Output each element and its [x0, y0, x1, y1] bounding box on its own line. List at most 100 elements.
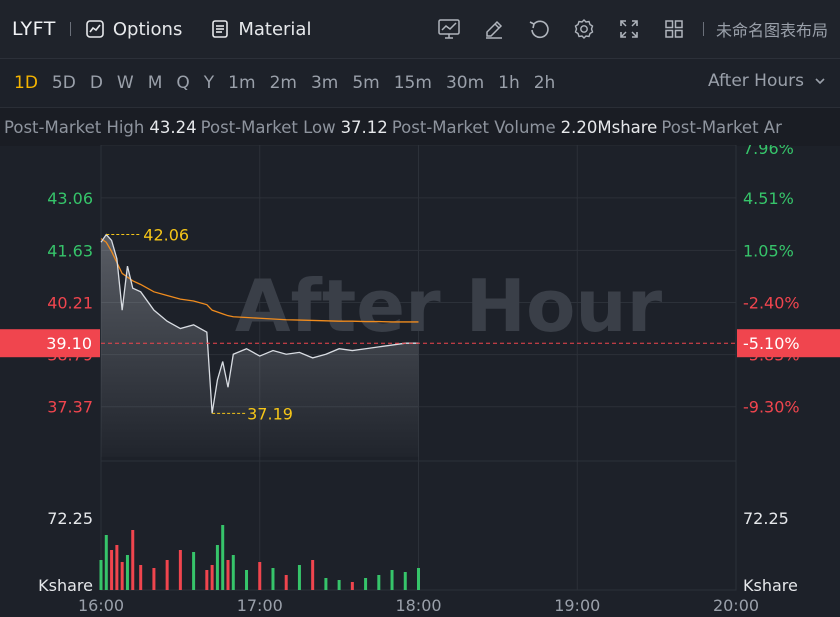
- time-axis-label: 19:00: [554, 596, 600, 615]
- period-3m[interactable]: 3m: [305, 73, 344, 93]
- document-icon: [212, 20, 229, 38]
- percent-tick-label: -2.40%: [743, 293, 800, 312]
- volume-bar: [271, 568, 275, 590]
- volume-bar: [221, 525, 225, 590]
- low-marker-label: 37.19: [247, 404, 293, 423]
- volume-bar: [192, 552, 196, 590]
- options-label: Options: [112, 18, 183, 40]
- volume-bar: [125, 555, 129, 590]
- volume-unit-right: Kshare: [743, 576, 798, 595]
- volume-bar: [178, 550, 182, 590]
- volume-bar: [337, 580, 341, 590]
- stat-label: Post-Market Low: [200, 117, 336, 137]
- chart-type-icon[interactable]: [434, 14, 464, 44]
- time-axis-label: 17:00: [237, 596, 283, 615]
- volume-bar: [152, 568, 156, 590]
- time-axis-label: 16:00: [78, 596, 124, 615]
- volume-bar: [139, 565, 143, 590]
- volume-bar: [99, 560, 103, 590]
- volume-bar: [364, 578, 368, 590]
- period-1h[interactable]: 1h: [492, 73, 526, 93]
- material-label: Material: [238, 18, 312, 40]
- volume-bar: [403, 572, 407, 590]
- current-price-label: 39.10: [46, 334, 92, 353]
- volume-bar: [115, 545, 119, 590]
- volume-bar: [377, 575, 381, 590]
- post-market-stats: Post-Market High 43.24 Post-Market Low 37.1…: [0, 107, 840, 146]
- toolbar-divider: [69, 22, 71, 36]
- toolbar: LYFT Options Material 未命名图表布局: [0, 0, 840, 59]
- chevron-down-icon: [815, 78, 825, 85]
- period-15m[interactable]: 15m: [388, 73, 438, 93]
- volume-tick-right: 72.25: [743, 509, 789, 528]
- toolbar-divider-2: [702, 22, 704, 36]
- volume-bar: [110, 550, 114, 590]
- stat-label: Post-Market Ar: [661, 117, 782, 137]
- period-m[interactable]: M: [142, 73, 169, 93]
- price-chart[interactable]: After Hour42.0637.1943.0641.6340.2138.79…: [0, 145, 840, 617]
- period-5m[interactable]: 5m: [346, 73, 385, 93]
- percent-tick-label: 4.51%: [743, 189, 794, 208]
- volume-bar: [350, 582, 354, 590]
- session-label: After Hours: [707, 71, 804, 91]
- layout-grid-icon[interactable]: [659, 14, 689, 44]
- volume-bar: [104, 535, 108, 590]
- period-5d[interactable]: 5D: [46, 73, 82, 93]
- settings-icon[interactable]: [569, 14, 599, 44]
- volume-bar: [417, 568, 420, 590]
- price-tick-label: 40.21: [47, 293, 93, 312]
- period-2m[interactable]: 2m: [264, 73, 303, 93]
- session-selector[interactable]: After Hours: [708, 71, 826, 91]
- material-button[interactable]: Material: [210, 19, 311, 40]
- options-button[interactable]: Options: [85, 19, 182, 40]
- volume-bar: [120, 562, 124, 590]
- price-tick-label: 41.63: [47, 241, 93, 260]
- volume-bar: [205, 570, 209, 590]
- draw-icon[interactable]: [479, 14, 509, 44]
- percent-tick-label: 1.05%: [743, 241, 794, 260]
- symbol-label[interactable]: LYFT: [12, 18, 56, 40]
- fullscreen-icon[interactable]: [614, 14, 644, 44]
- period-2h[interactable]: 2h: [528, 73, 562, 93]
- stat-value: 43.24: [149, 117, 197, 137]
- volume-bar: [165, 560, 169, 590]
- options-chart-icon: [86, 20, 104, 38]
- period-1d[interactable]: 1D: [8, 73, 44, 93]
- volume-bar: [245, 570, 249, 590]
- watermark: After Hour: [235, 264, 663, 348]
- undo-icon[interactable]: [524, 14, 554, 44]
- layout-name[interactable]: 未命名图表布局: [716, 17, 828, 41]
- price-tick-label: 43.06: [47, 189, 93, 208]
- stat-label: Post-Market High: [4, 117, 145, 137]
- period-w[interactable]: W: [111, 73, 140, 93]
- period-30m[interactable]: 30m: [440, 73, 490, 93]
- time-axis-label: 18:00: [395, 596, 441, 615]
- toolbar-icons: 未命名图表布局: [419, 0, 840, 58]
- volume-tick-left: 72.25: [47, 509, 93, 528]
- period-d[interactable]: D: [84, 73, 109, 93]
- volume-bar: [210, 565, 214, 590]
- percent-tick-label: -9.30%: [743, 398, 800, 417]
- volume-bar: [284, 575, 288, 590]
- stat-value: 37.12: [340, 117, 388, 137]
- period-q[interactable]: Q: [170, 73, 195, 93]
- volume-bar: [131, 530, 135, 590]
- current-pct-label: -5.10%: [743, 334, 800, 353]
- percent-tick-label: 7.96%: [743, 145, 794, 158]
- volume-bar: [231, 555, 235, 590]
- high-marker-label: 42.06: [143, 226, 189, 245]
- period-bar: 1D 5D D W M Q Y 1m 2m 3m 5m 15m 30m 1h 2h After Hours: [0, 59, 840, 107]
- period-1m[interactable]: 1m: [222, 73, 261, 93]
- volume-bar: [390, 570, 394, 590]
- volume-bar: [297, 565, 301, 590]
- volume-unit-left: Kshare: [38, 576, 93, 595]
- time-axis-label: 20:00: [713, 596, 759, 615]
- stat-value: 2.20Mshare: [560, 117, 658, 137]
- period-y[interactable]: Y: [198, 73, 220, 93]
- price-tick-label: 37.37: [47, 398, 93, 417]
- volume-bar: [258, 562, 262, 590]
- volume-bar: [324, 578, 328, 590]
- volume-bar: [226, 560, 230, 590]
- volume-bar: [311, 560, 315, 590]
- stat-label: Post-Market Volume: [391, 117, 556, 137]
